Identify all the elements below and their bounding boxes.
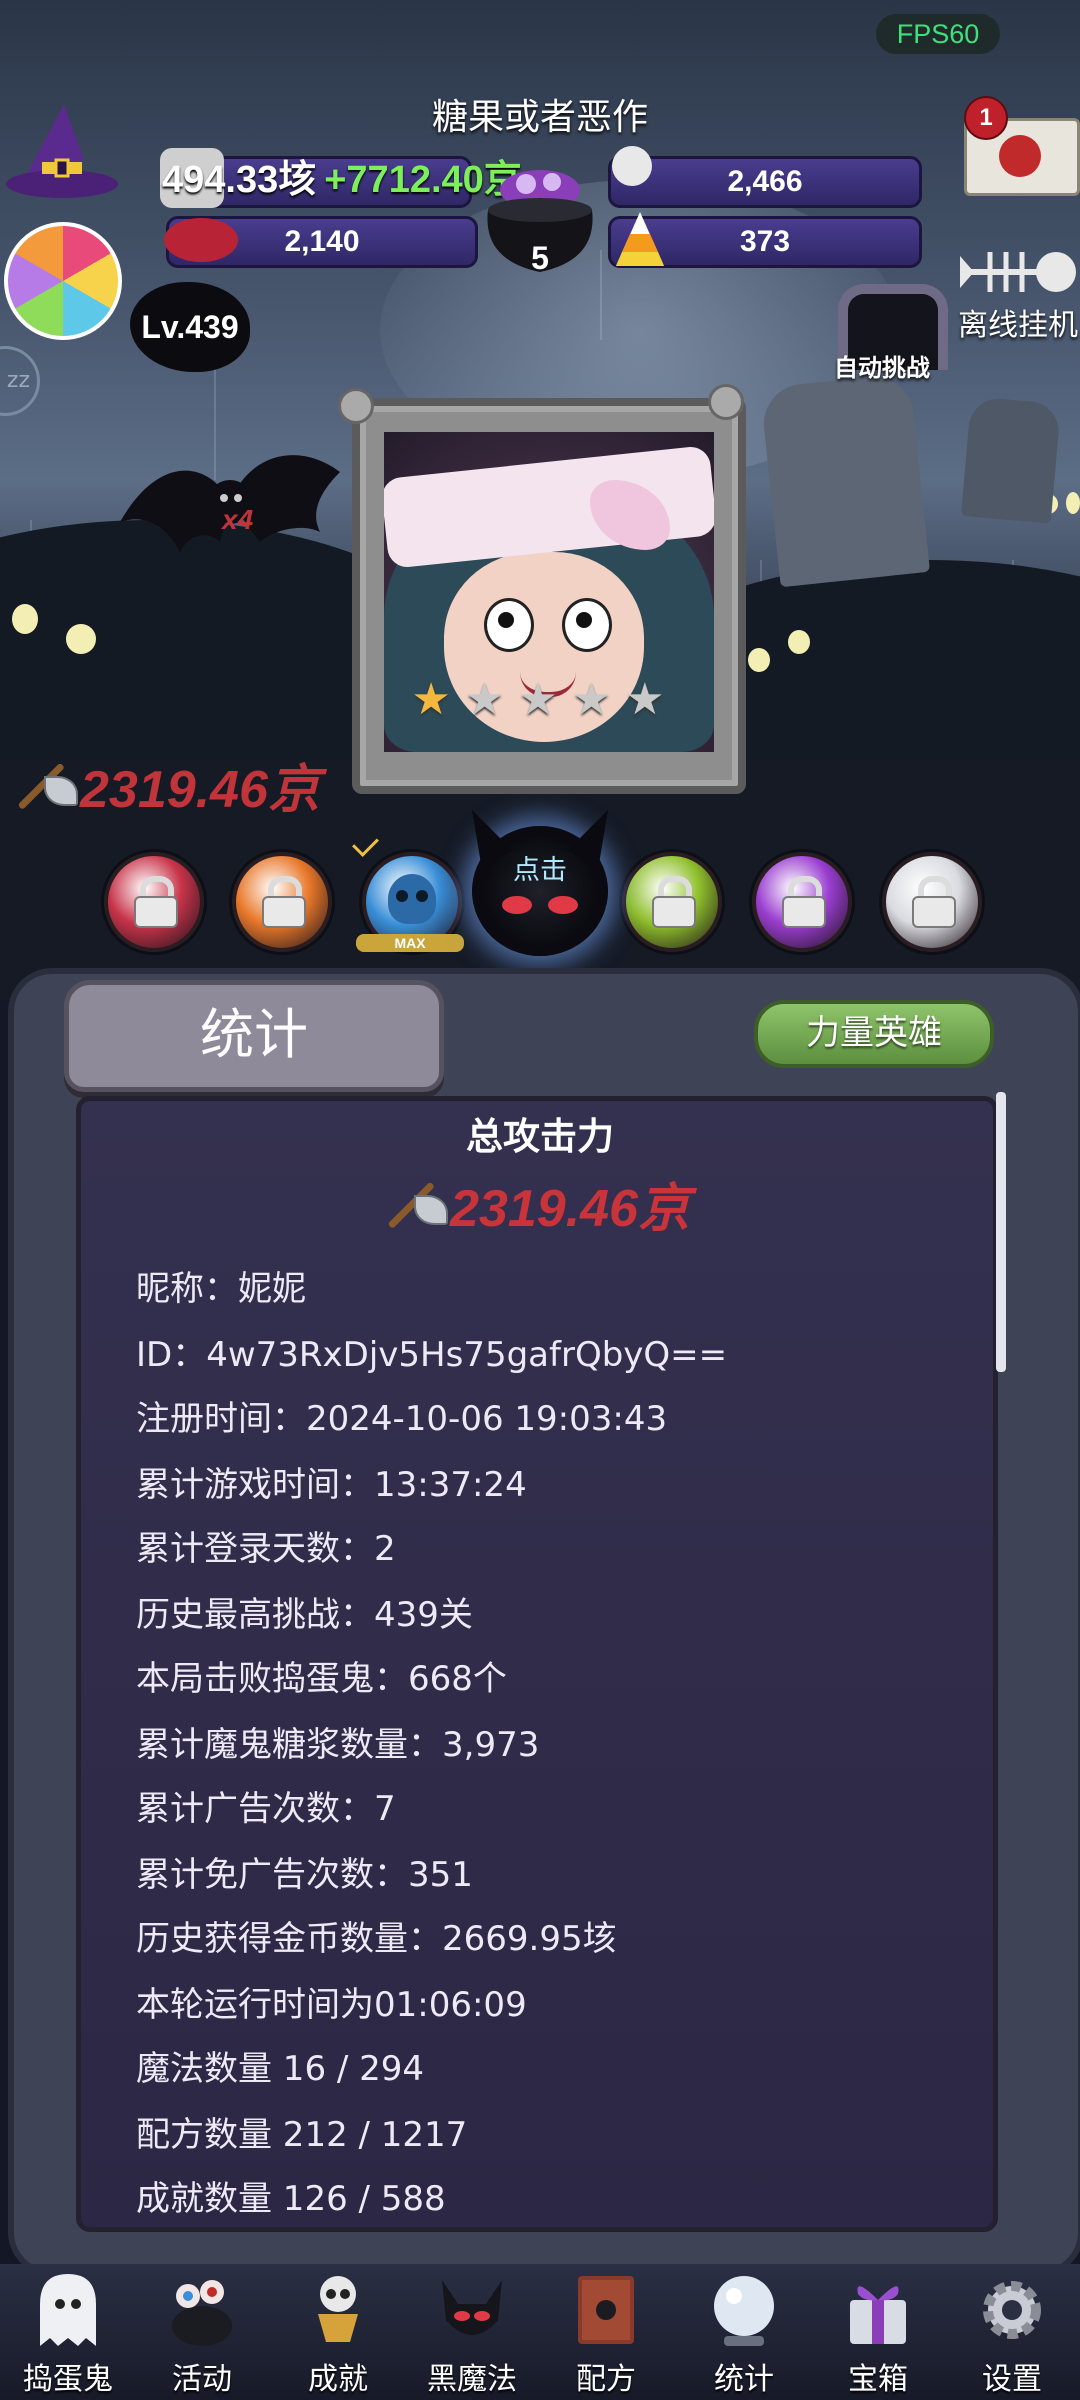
star-empty-icon: ★ — [464, 674, 505, 725]
stat-id: ID：4w73RxDjv5Hs75gafrQbyQ== — [136, 1335, 728, 1375]
frame-bolt-icon — [338, 388, 374, 424]
nav-label: 活动 — [172, 2362, 232, 2397]
tab-stats[interactable]: 统计 — [64, 980, 444, 1092]
tap-label: 点击 — [513, 855, 567, 886]
witch-hat-icon[interactable] — [4, 100, 124, 200]
max-badge: MAX — [356, 934, 464, 952]
nav-label: 宝箱 — [848, 2362, 908, 2397]
star-empty-icon: ★ — [625, 674, 665, 725]
glowing-eye-icon — [12, 604, 38, 634]
stat-highest-stage: 历史最高挑战：439关 — [136, 1595, 473, 1635]
frame-bolt-icon — [708, 384, 744, 420]
nav-achievements[interactable]: 成就 — [278, 2268, 398, 2398]
stat-ads: 累计广告次数：7 — [136, 1789, 396, 1829]
lock-icon — [260, 876, 306, 928]
star-empty-icon: ★ — [518, 674, 558, 725]
attack-power-display: 2319.46京 — [10, 752, 320, 828]
stat-register-time: 注册时间：2024-10-06 19:03:43 — [136, 1399, 668, 1439]
nav-ghost[interactable]: 捣蛋鬼 — [8, 2268, 128, 2398]
candy-corn-count: 373 — [739, 225, 791, 258]
lock-icon — [132, 876, 178, 928]
gift-chest-icon — [850, 2286, 906, 2344]
total-attack-title: 总攻击力 — [466, 1115, 614, 1158]
stat-login-days: 累计登录天数：2 — [136, 1529, 396, 1569]
bat-multiplier: x4 — [222, 504, 254, 535]
skull-trophy-icon — [318, 2276, 358, 2342]
gold-display: 494.33垓 +7712.40京 — [162, 154, 522, 206]
nav-label: 黑魔法 — [427, 2362, 517, 2397]
hero-slot-locked[interactable] — [752, 852, 852, 952]
total-attack-value: 2319.46京 — [450, 1180, 690, 1238]
stat-nickname: 昵称：妮妮 — [136, 1269, 306, 1309]
cauldron-count: 5 — [531, 240, 549, 276]
gold-amount: 494.33垓 — [162, 159, 317, 201]
nav-label: 统计 — [714, 2362, 774, 2397]
star-filled-icon: ★ — [411, 674, 451, 725]
gear-icon — [983, 2281, 1041, 2339]
lock-icon — [780, 876, 826, 928]
stat-achievement-count: 成就数量 126 / 588 — [136, 2179, 446, 2219]
glowing-eye-icon — [788, 630, 810, 654]
lock-icon — [910, 876, 956, 928]
nav-stats[interactable]: 统计 — [684, 2268, 804, 2398]
skull-bat-icon — [164, 218, 238, 262]
nav-activity[interactable]: 活动 — [142, 2268, 262, 2398]
hero-slot-locked[interactable] — [232, 852, 332, 952]
stat-syrup: 累计魔鬼糖浆数量：3,973 — [136, 1725, 540, 1765]
crystal-ball-icon — [714, 2276, 774, 2346]
mail-badge: 1 — [964, 96, 1008, 140]
skull-icon — [388, 874, 436, 924]
skull-resource: 2,466 — [608, 156, 922, 208]
glowing-eye-icon — [66, 624, 96, 654]
hero-slot-locked[interactable] — [104, 852, 204, 952]
nav-label: 设置 — [982, 2362, 1042, 2397]
fps-counter: FPS60 — [876, 14, 1000, 54]
fish-bone-icon[interactable] — [960, 238, 1080, 308]
spellbook-icon — [578, 2276, 634, 2344]
nav-recipes[interactable]: 配方 — [546, 2268, 666, 2398]
hero-star-rating: ★ ★ ★ ★ ★ — [388, 678, 688, 722]
eyeball-cauldron-icon — [172, 2280, 232, 2346]
stat-magic-count: 魔法数量 16 / 294 — [136, 2049, 425, 2089]
nav-chest[interactable]: 宝箱 — [818, 2268, 938, 2398]
game-title: 糖果或者恶作 — [431, 97, 648, 138]
hero-slot-locked[interactable] — [882, 852, 982, 952]
glowing-eye-icon — [748, 648, 770, 672]
attack-power-value: 2319.46京 — [80, 761, 320, 819]
stat-play-time: 累计游戏时间：13:37:24 — [136, 1465, 527, 1505]
bat-count: 2,140 — [284, 225, 360, 258]
stat-run-time: 本轮运行时间为01:06:09 — [136, 1985, 527, 2025]
stat-ad-free: 累计免广告次数：351 — [136, 1855, 473, 1895]
stat-defeated: 本局击败捣蛋鬼：668个 — [136, 1659, 507, 1699]
axe-icon — [10, 762, 80, 836]
nav-settings[interactable]: 设置 — [952, 2268, 1072, 2398]
stat-recipe-count: 配方数量 212 / 1217 — [136, 2115, 468, 2155]
total-attack: 2319.46京 — [380, 1174, 690, 1244]
skull-icon — [612, 146, 652, 186]
nav-black-magic[interactable]: 黑魔法 — [412, 2268, 532, 2398]
auto-challenge-label[interactable]: 自动挑战 — [834, 348, 930, 383]
candy-corn-icon — [616, 212, 664, 266]
wax-seal-icon — [999, 135, 1041, 177]
tombstone — [960, 396, 1062, 524]
candy-avatar[interactable] — [4, 222, 122, 340]
skull-count: 2,466 — [727, 165, 803, 198]
nav-label: 配方 — [576, 2362, 636, 2397]
tab-power-heroes[interactable]: 力量英雄 — [754, 1000, 994, 1068]
lock-icon — [650, 876, 696, 928]
nav-label: 成就 — [308, 2362, 368, 2397]
hero-slot-locked[interactable] — [622, 852, 722, 952]
tombstone — [759, 372, 931, 588]
offline-idle-label[interactable]: 离线挂机 — [958, 300, 1078, 344]
nav-label: 捣蛋鬼 — [23, 2362, 113, 2397]
star-empty-icon: ★ — [571, 674, 612, 725]
hero-portrait-frame[interactable]: ★ ★ ★ ★ ★ — [338, 384, 746, 794]
axe-icon — [380, 1181, 450, 1255]
tap-button[interactable]: 点击 — [472, 810, 608, 956]
demon-icon — [442, 2280, 502, 2335]
ghost-icon — [40, 2274, 96, 2346]
stat-gold-earned: 历史获得金币数量：2669.95垓 — [136, 1919, 617, 1959]
glowing-eye-icon — [1066, 492, 1080, 514]
